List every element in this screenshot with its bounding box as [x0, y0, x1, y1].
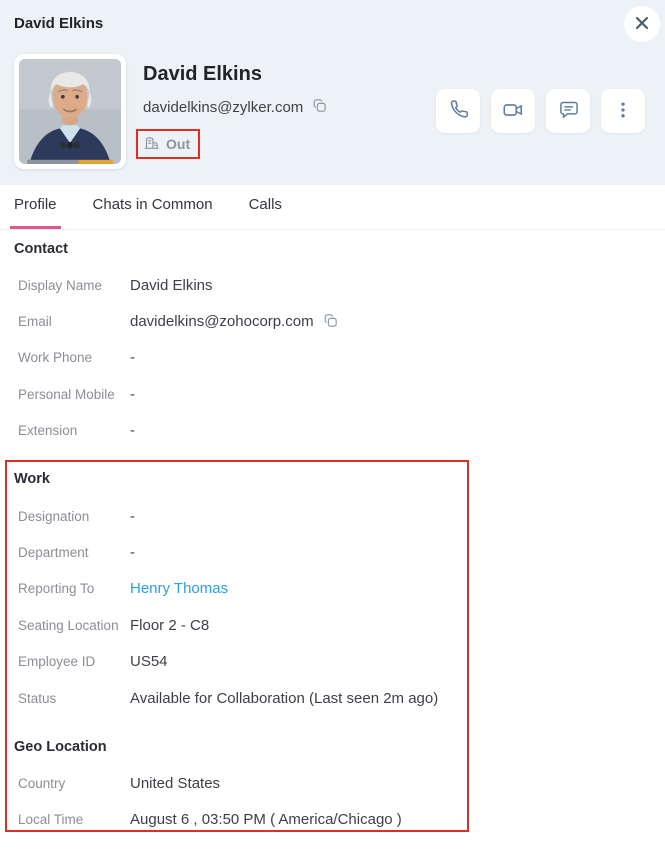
field-value: - — [130, 507, 135, 525]
chat-button[interactable] — [546, 89, 590, 133]
field-row-reporting-to: Reporting To Henry Thomas — [14, 571, 651, 607]
field-row-designation: Designation - — [14, 498, 651, 534]
field-label: Employee ID — [18, 654, 96, 670]
video-camera-icon — [502, 99, 524, 124]
copy-email-button[interactable] — [311, 97, 328, 117]
phone-icon — [448, 99, 469, 123]
close-icon — [633, 14, 651, 35]
field-row-employee-id: Employee ID US54 — [14, 644, 651, 680]
field-label: Country — [18, 775, 66, 791]
field-value: davidelkins@zohocorp.com — [130, 312, 339, 332]
field-label: Seating Location — [18, 617, 119, 633]
field-value: David Elkins — [130, 276, 213, 294]
contact-profile-panel: David Elkins David Elkins davidelkins@zy… — [0, 0, 665, 855]
field-label: Reporting To — [18, 581, 95, 597]
avatar-photo — [19, 59, 121, 164]
field-row-country: Country United States — [14, 765, 651, 801]
field-value: - — [130, 544, 135, 562]
tab-chats-in-common[interactable]: Chats in Common — [89, 184, 217, 229]
field-label: Personal Mobile — [18, 386, 115, 402]
office-building-icon — [143, 134, 160, 154]
field-label: Designation — [18, 508, 90, 524]
profile-name: David Elkins — [143, 63, 262, 85]
profile-email: davidelkins@zylker.com — [143, 98, 304, 116]
field-value: Available for Collaboration (Last seen 2… — [130, 689, 439, 707]
field-label: Local Time — [18, 812, 84, 828]
field-value: - — [130, 385, 135, 403]
profile-tabs: Profile Chats in Common Calls — [0, 185, 665, 230]
field-row-extension: Extension - — [14, 413, 651, 449]
field-value: - — [130, 349, 135, 367]
field-value: August 6 , 03:50 PM ( America/Chicago ) — [130, 811, 402, 829]
field-label: Department — [18, 545, 89, 561]
field-label: Extension — [18, 423, 78, 439]
field-label: Display Name — [18, 277, 103, 293]
section-heading-geo-location: Geo Location — [14, 738, 107, 755]
field-value: United States — [130, 774, 221, 792]
close-button[interactable] — [624, 6, 660, 42]
section-heading-contact: Contact — [14, 240, 68, 257]
field-label: Email — [18, 314, 52, 330]
profile-hero: David Elkins David Elkins davidelkins@zy… — [0, 0, 665, 185]
field-row-department: Department - — [14, 534, 651, 570]
field-row-status: Status Available for Collaboration (Last… — [14, 680, 651, 716]
field-row-seating-location: Seating Location Floor 2 - C8 — [14, 607, 651, 643]
field-value: Floor 2 - C8 — [130, 616, 210, 634]
chat-bubble-icon — [558, 99, 579, 123]
profile-email-line: davidelkins@zylker.com — [143, 97, 328, 117]
vertical-dots-icon — [613, 100, 633, 123]
reporting-to-link[interactable]: Henry Thomas — [130, 580, 228, 597]
tab-profile[interactable]: Profile — [10, 184, 61, 229]
audio-call-button[interactable] — [436, 89, 480, 133]
field-label: Work Phone — [18, 350, 93, 366]
more-options-button[interactable] — [601, 89, 645, 133]
field-value: US54 — [130, 653, 168, 671]
copy-icon — [322, 312, 339, 332]
section-heading-work: Work — [14, 471, 50, 488]
presence-label: Out — [166, 136, 191, 152]
field-row-personal-mobile: Personal Mobile - — [14, 376, 651, 412]
field-row-display-name: Display Name David Elkins — [14, 267, 651, 303]
copy-email-button[interactable] — [322, 312, 339, 332]
video-call-button[interactable] — [491, 89, 535, 133]
presence-badge: Out — [143, 134, 190, 154]
profile-details: Contact Display Name David Elkins Email … — [0, 230, 665, 838]
avatar[interactable] — [14, 54, 126, 169]
panel-title: David Elkins — [14, 15, 104, 32]
field-row-local-time: Local Time August 6 , 03:50 PM ( America… — [14, 802, 651, 838]
copy-icon — [311, 97, 328, 117]
field-value: - — [130, 422, 135, 440]
email-value: davidelkins@zohocorp.com — [130, 313, 314, 331]
field-label: Status — [18, 690, 57, 706]
field-row-work-phone: Work Phone - — [14, 340, 651, 376]
field-row-email: Email davidelkins@zohocorp.com — [14, 303, 651, 339]
tab-calls[interactable]: Calls — [245, 184, 286, 229]
